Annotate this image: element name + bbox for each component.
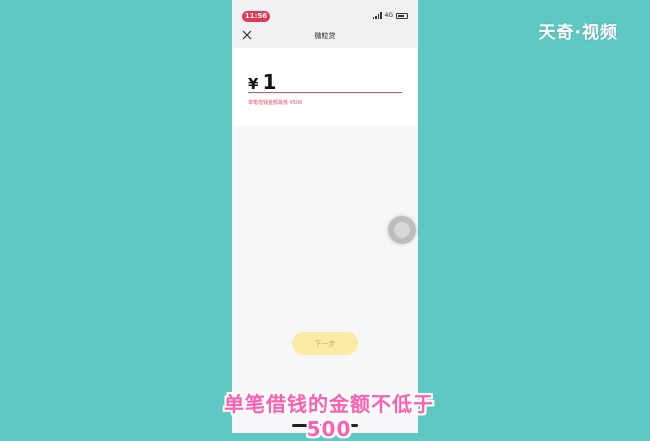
next-step-button[interactable]: 下一步 [292,332,358,355]
assistive-touch-button[interactable] [388,216,416,244]
nav-bar: 微粒贷 [232,22,418,48]
signal-icon [372,12,382,19]
status-bar: 11:56 4G [232,0,418,22]
currency-symbol: ¥ [248,75,259,93]
watermark-logo: 天奇·视频 [538,23,618,43]
page-title: 微粒贷 [314,32,336,40]
amount-row: ¥ [248,70,383,94]
phone-screen: 11:56 4G 微粒贷 ¥ 单笔借钱金额最低 ¥500 下一步 [232,0,418,433]
video-subtitle: 单笔借钱的金额不低于500 [224,392,434,441]
amount-hint: 单笔借钱金额最低 ¥500 [248,100,303,106]
battery-icon [396,12,408,19]
loan-amount-input[interactable] [262,70,383,94]
loan-amount-card: ¥ 单笔借钱金额最低 ¥500 [232,48,418,126]
network-type: 4G [384,12,393,19]
status-indicators: 4G [372,12,408,19]
amount-underline [248,92,402,93]
status-time: 11:56 [242,11,270,22]
